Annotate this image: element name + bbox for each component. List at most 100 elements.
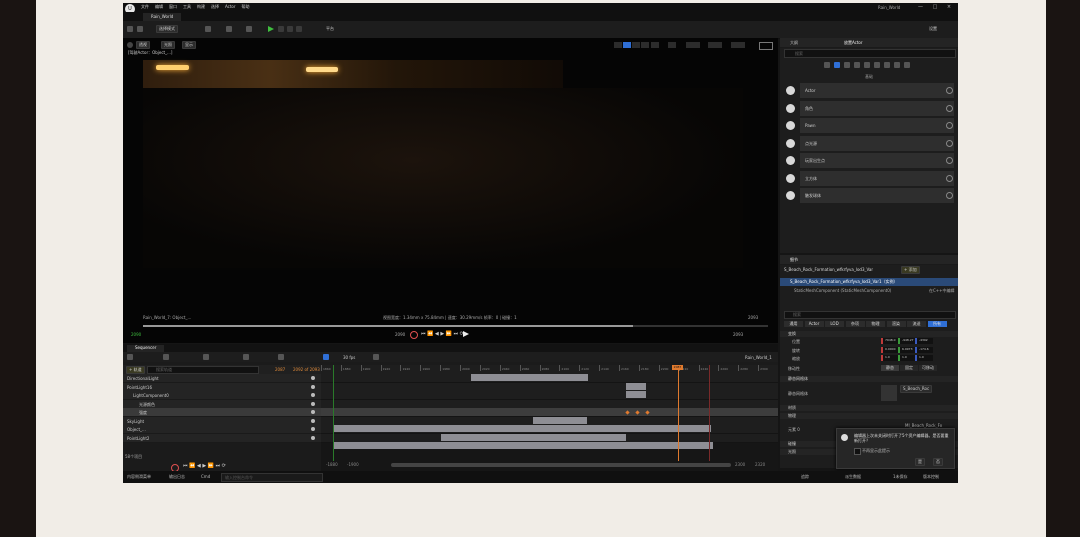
pilot-actor-label[interactable]: [驾驶Actor：Object_...]: [128, 50, 173, 56]
range-end-label-2[interactable]: 2320: [755, 462, 765, 467]
transform-y-field[interactable]: -948.27: [898, 338, 916, 344]
track-add-icon[interactable]: [311, 418, 315, 423]
track-add-icon[interactable]: [311, 393, 315, 397]
transform-x-field[interactable]: 0.0000: [881, 346, 899, 353]
visual-effects-icon[interactable]: [874, 62, 880, 68]
menu-tools[interactable]: 工具: [183, 4, 191, 9]
selection-mode-dropdown[interactable]: 选择模式: [156, 25, 178, 33]
rotation-snap-icon[interactable]: [708, 42, 722, 48]
snap-icon[interactable]: [323, 354, 329, 360]
grid-snap-icon[interactable]: [686, 42, 700, 48]
timeline-section[interactable]: [333, 425, 711, 432]
track-add-icon[interactable]: [311, 384, 315, 389]
timeline-section[interactable]: [626, 391, 646, 398]
surface-snap-icon[interactable]: [668, 42, 676, 48]
menu-select[interactable]: 选择: [211, 4, 219, 9]
help-icon[interactable]: [946, 122, 953, 129]
section-static-mesh[interactable]: 静态网格体: [780, 376, 958, 382]
track-row[interactable]: PointLight2: [123, 433, 321, 443]
viewport-tool-icon-1[interactable]: [614, 42, 622, 48]
details-filter-tab[interactable]: 渲染: [886, 321, 906, 327]
transform-row-label[interactable]: 旋转: [792, 348, 800, 354]
track-add-icon[interactable]: [311, 427, 315, 431]
tab-sequencer[interactable]: Sequencer: [127, 345, 165, 352]
maximize-viewport-icon[interactable]: [759, 42, 773, 50]
timeline-section[interactable]: [471, 374, 588, 381]
edit-in-cpp-link[interactable]: 在C++中编辑: [929, 288, 955, 294]
close-icon[interactable]: ×: [947, 4, 951, 10]
track-add-icon[interactable]: [311, 376, 315, 380]
fps-dropdown[interactable]: 30 fps: [343, 355, 355, 360]
sequencer-render-icon[interactable]: [203, 354, 209, 360]
help-icon[interactable]: [946, 157, 953, 164]
record-icon[interactable]: [410, 331, 418, 339]
step-icon[interactable]: [278, 26, 284, 32]
volumes-icon[interactable]: [894, 62, 900, 68]
settings-button[interactable]: 设置: [929, 26, 937, 32]
geometry-icon[interactable]: [884, 62, 890, 68]
transform-z-field[interactable]: -4392: [915, 338, 933, 344]
cinematics-icon[interactable]: [246, 26, 252, 32]
recent-icon[interactable]: [824, 62, 830, 68]
viewport-transport-icons[interactable]: ⏮ ⏪ ◀ ▶ ⏩ ⏭ ⟳: [421, 331, 464, 337]
section-transform[interactable]: 变换: [780, 331, 958, 337]
transform-row-label[interactable]: 缩放: [792, 356, 800, 362]
details-filter-tab[interactable]: 所有: [927, 321, 947, 327]
timeline-scrollbar[interactable]: [391, 463, 731, 467]
help-icon[interactable]: [946, 87, 953, 94]
details-filter-tab[interactable]: Actor: [804, 321, 824, 327]
maximize-icon[interactable]: □: [933, 4, 938, 10]
timeline-section[interactable]: [626, 382, 646, 390]
shapes-icon[interactable]: [854, 62, 860, 68]
sub-component-label[interactable]: StaticMeshComponent (StaticMeshComponent…: [794, 288, 891, 293]
mobility-option[interactable]: 可移动: [919, 365, 937, 371]
playhead-line[interactable]: [678, 365, 679, 461]
place-actor-item[interactable]: 角色: [780, 100, 958, 117]
play-icon[interactable]: [268, 26, 274, 32]
timeline-section[interactable]: [441, 433, 626, 441]
place-actor-item[interactable]: 玩家出生点: [780, 153, 958, 169]
rotate-tool-icon[interactable]: [632, 42, 640, 48]
unsaved-button[interactable]: 1未保存: [893, 474, 908, 480]
transform-row-label[interactable]: 位置: [792, 339, 800, 345]
transform-z-field[interactable]: 1.0: [915, 355, 933, 361]
place-actor-item[interactable]: Pawn: [780, 118, 958, 134]
menu-file[interactable]: 文件: [141, 4, 149, 9]
transform-x-field[interactable]: 7948.0: [881, 338, 899, 344]
level-viewport[interactable]: 透视 光照 显示 [驾驶Actor：Object_...] Rain_World…: [123, 38, 778, 343]
place-actor-item[interactable]: 点光源: [780, 135, 958, 152]
trace-button[interactable]: 追踪: [801, 474, 809, 480]
menu-window[interactable]: 窗口: [169, 4, 177, 9]
place-actors-search[interactable]: 搜索: [784, 49, 956, 58]
track-add-icon[interactable]: [311, 435, 315, 440]
sequencer-edit-icon[interactable]: [243, 354, 249, 360]
transform-y-field[interactable]: 1.0: [898, 355, 916, 361]
timeline-area[interactable]: 1860 1880 1900 1920 1940 1960 1980 2000 2020 2040…: [321, 365, 778, 471]
track-add-icon[interactable]: [311, 401, 315, 406]
output-log-button[interactable]: 输出日志: [169, 474, 185, 480]
timeline-section[interactable]: [533, 416, 587, 424]
sequencer-transport-icons[interactable]: ⏮ ⏪ ◀ ▶ ⏩ ⏭ ⟳: [183, 463, 226, 469]
notification-no-button[interactable]: 否: [933, 458, 943, 466]
menu-build[interactable]: 构建: [197, 4, 205, 9]
help-icon[interactable]: [946, 174, 953, 182]
tab-place-actors[interactable]: 放置Actor: [844, 40, 863, 46]
sequencer-save-icon[interactable]: [127, 354, 133, 360]
sequencer-camera-icon[interactable]: [163, 354, 169, 360]
add-actor-icon[interactable]: [205, 26, 211, 32]
play-options-icon[interactable]: [296, 26, 302, 32]
platforms-button[interactable]: 平台: [326, 26, 334, 32]
static-mesh-thumbnail[interactable]: [881, 385, 897, 401]
static-mesh-dropdown[interactable]: S_Beach_Roc: [900, 385, 933, 393]
menu-edit[interactable]: 编辑: [155, 4, 163, 9]
basic-icon[interactable]: [834, 62, 840, 68]
derived-data-button[interactable]: 派生数据: [845, 474, 861, 480]
save-icon[interactable]: [127, 26, 133, 32]
details-filter-tab[interactable]: 通用: [784, 321, 803, 327]
menu-actor[interactable]: Actor: [225, 4, 236, 9]
details-filter-tab[interactable]: LOD: [825, 321, 844, 327]
details-search[interactable]: 搜索: [784, 311, 956, 319]
place-actor-item[interactable]: Actor: [780, 83, 958, 99]
dont-show-checkbox[interactable]: [854, 448, 861, 455]
playback-options-icon[interactable]: [373, 354, 379, 360]
